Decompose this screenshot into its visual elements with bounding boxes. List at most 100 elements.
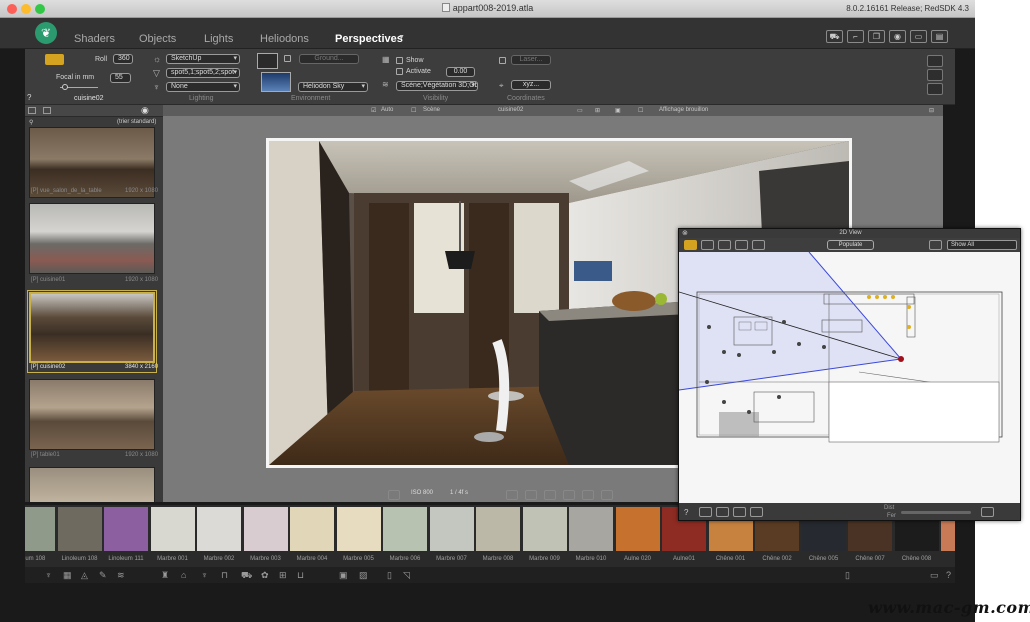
shutter-select[interactable]: 1 / 4f s	[450, 490, 468, 496]
view-mode-d-icon[interactable]	[752, 240, 765, 250]
material-swatch[interactable]	[615, 507, 660, 551]
iso-select[interactable]: ISO 800	[411, 490, 433, 496]
layers-select[interactable]: Scène;Végétation 3D;Obj	[396, 81, 478, 91]
material-swatch[interactable]	[383, 507, 427, 551]
view-2d-help-icon[interactable]: ?	[684, 508, 688, 517]
undo-icon[interactable]	[506, 490, 518, 500]
draft-checkbox[interactable]: ☐	[638, 107, 643, 114]
tool-pen-icon[interactable]: ✎	[99, 570, 107, 581]
tool-door-icon[interactable]: ▯	[387, 570, 392, 581]
material-swatch[interactable]	[25, 507, 55, 551]
laser-checkbox[interactable]	[499, 57, 506, 64]
render-settings-icon[interactable]	[388, 490, 400, 500]
panel-icon[interactable]: ▤	[931, 30, 948, 43]
frame-icon[interactable]: ▭	[910, 30, 927, 43]
material-swatch[interactable]	[569, 507, 613, 551]
tab-shaders[interactable]: Shaders	[74, 33, 115, 45]
pan-icon[interactable]	[544, 490, 556, 500]
list-search-bar[interactable]: ⚲ (trier standard)	[25, 118, 163, 127]
refresh-icon[interactable]	[582, 490, 594, 500]
2d-undo-icon[interactable]	[699, 507, 712, 517]
checker-icon[interactable]	[927, 55, 943, 67]
tool-image-icon[interactable]: ▨	[359, 570, 368, 581]
2d-fit-icon[interactable]	[750, 507, 763, 517]
sky-swatch[interactable]	[261, 72, 291, 92]
tool-folder-icon[interactable]: ▭	[930, 570, 939, 581]
tool-bath-icon[interactable]: ⊔	[297, 570, 304, 581]
perspective-thumbnail[interactable]	[29, 379, 155, 450]
sky-select[interactable]: Heliodon Sky	[298, 82, 368, 92]
tool-car-icon[interactable]: ⛟	[241, 570, 252, 582]
material-swatch[interactable]	[243, 507, 288, 551]
tool-chair-icon[interactable]: ♜	[161, 570, 169, 581]
view-mode-b-icon[interactable]	[718, 240, 731, 250]
populate-button[interactable]: Populate	[827, 240, 874, 250]
view-mode-c-icon[interactable]	[735, 240, 748, 250]
scene-checkbox[interactable]: ☐	[411, 107, 416, 114]
view-mode-2-icon[interactable]: ⊞	[595, 107, 600, 114]
globe-icon[interactable]	[601, 490, 613, 500]
tool-tag-icon[interactable]: ◹	[403, 570, 410, 581]
settings-gear-icon[interactable]	[927, 83, 943, 95]
filter-icon[interactable]	[929, 240, 942, 250]
tool-sofa-icon[interactable]: ⌂	[181, 570, 186, 580]
roll-input[interactable]: 360	[113, 54, 133, 64]
material-swatch[interactable]	[476, 507, 520, 551]
tool-table-icon[interactable]: ⊓	[221, 570, 228, 581]
tool-window-icon[interactable]: ▣	[339, 570, 348, 581]
tool-grid-icon[interactable]: ▦	[63, 570, 72, 581]
show-all-select[interactable]: Show All	[947, 240, 1017, 250]
material-swatch[interactable]	[290, 507, 334, 551]
floor-plan-canvas[interactable]	[679, 251, 1020, 503]
eye-icon[interactable]: ◉	[141, 105, 149, 116]
view-mode-a-icon[interactable]	[701, 240, 714, 250]
xyz-button[interactable]: xyz...	[511, 80, 551, 90]
tool-lamp-icon[interactable]: ♆	[45, 570, 52, 580]
2d-pan-icon[interactable]	[733, 507, 746, 517]
zoom-icon[interactable]	[525, 490, 537, 500]
perspective-thumbnail-selected[interactable]	[29, 292, 155, 363]
tab-heliodons[interactable]: Heliodons	[260, 33, 309, 45]
cart-icon[interactable]: ⛟	[826, 30, 843, 43]
material-swatch[interactable]	[429, 507, 474, 551]
ground-button[interactable]: Ground...	[299, 54, 359, 64]
help-bottom-icon[interactable]: ?	[946, 570, 951, 580]
2d-export-icon[interactable]	[981, 507, 994, 517]
tool-shape-icon[interactable]: ◬	[81, 570, 88, 581]
sort-select[interactable]: (trier standard)	[117, 119, 156, 125]
material-swatch[interactable]	[336, 507, 381, 551]
help-icon[interactable]: ?	[27, 93, 31, 102]
view-mode-3-icon[interactable]: ▣	[615, 107, 621, 114]
material-swatch[interactable]	[150, 507, 195, 551]
visibility-value-input[interactable]: 0.00	[446, 67, 475, 77]
no-entry-icon[interactable]	[927, 69, 943, 81]
camera-icon[interactable]: ◉	[889, 30, 906, 43]
layout-icon[interactable]: ⌐	[847, 30, 864, 43]
eye-camera-icon[interactable]	[45, 54, 64, 65]
close-2d-view-icon[interactable]: ⊗	[682, 229, 688, 238]
material-swatch[interactable]	[522, 507, 567, 551]
perspective-thumbnail[interactable]	[29, 203, 155, 274]
ground-checkbox[interactable]	[284, 55, 291, 62]
tab-lights[interactable]: Lights	[204, 33, 233, 45]
scale-slider[interactable]	[901, 511, 971, 514]
tab-perspectives[interactable]: Perspectives	[335, 33, 403, 45]
perspective-thumbnail[interactable]	[29, 467, 155, 502]
auto-checkbox[interactable]: ☑	[371, 107, 376, 114]
ground-swatch[interactable]	[257, 53, 278, 69]
lighting-preset-select[interactable]: SketchUp	[166, 54, 240, 64]
focal-input[interactable]: 55	[110, 73, 131, 83]
viewport-options-icon[interactable]: ⊟	[929, 107, 934, 114]
focal-slider-knob[interactable]	[62, 84, 68, 90]
2d-zoom-icon[interactable]	[716, 507, 729, 517]
tool-cabinet-icon[interactable]: ▯	[845, 570, 850, 581]
perspectives-menu-caret-icon[interactable]: ▼	[398, 34, 405, 41]
windows-icon[interactable]: ❐	[868, 30, 885, 43]
tab-objects[interactable]: Objects	[139, 33, 176, 45]
list-view-icon[interactable]	[28, 107, 36, 114]
tool-lamp2-icon[interactable]: ♆	[201, 570, 208, 580]
orbit-icon[interactable]	[563, 490, 575, 500]
material-swatch[interactable]	[57, 507, 102, 551]
material-swatch[interactable]	[104, 507, 148, 551]
view-mode-1-icon[interactable]: ▭	[577, 107, 583, 114]
